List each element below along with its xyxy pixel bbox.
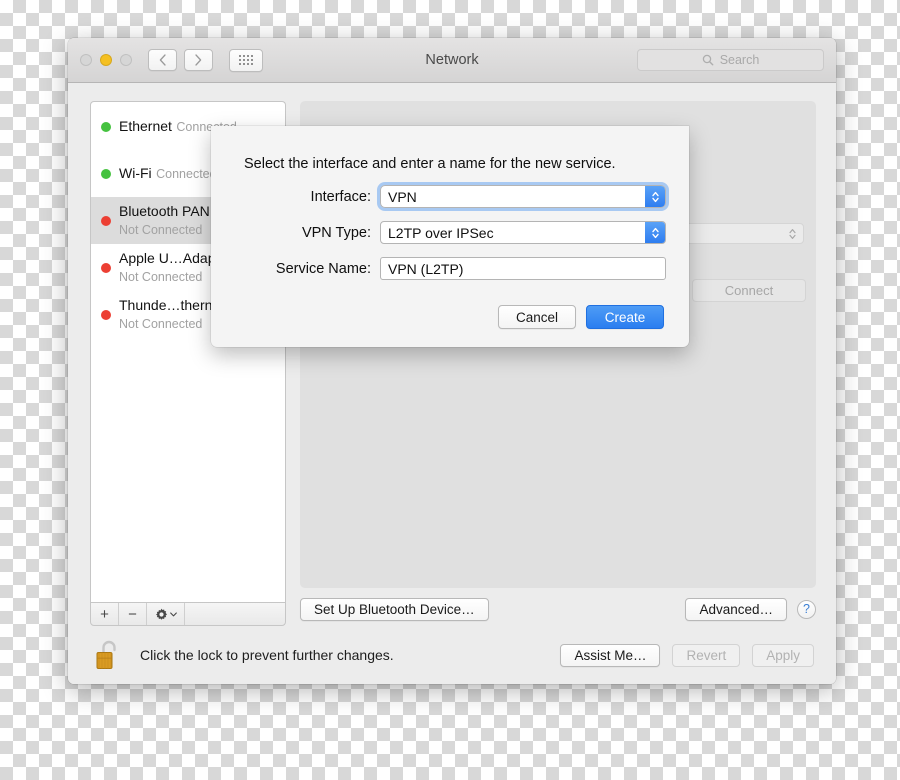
status-dot-not-connected bbox=[101, 310, 111, 320]
search-placeholder: Search bbox=[719, 53, 760, 67]
chevron-left-icon bbox=[159, 54, 166, 66]
preferences-bottom-bar: Click the lock to prevent further change… bbox=[68, 626, 836, 684]
service-name-row: Service Name: VPN (L2TP) bbox=[234, 257, 666, 280]
service-list-toolbar: + − bbox=[90, 602, 286, 626]
vpn-type-stepper[interactable] bbox=[645, 222, 665, 243]
network-preferences-window: Network Search Ethernet Connected Wi-Fi … bbox=[68, 38, 836, 684]
window-body: Ethernet Connected Wi-Fi Connected Bluet… bbox=[68, 83, 836, 684]
add-service-button[interactable]: + bbox=[91, 603, 119, 625]
service-status: Not Connected bbox=[119, 269, 203, 284]
traffic-light-group bbox=[80, 54, 132, 66]
help-button[interactable]: ? bbox=[797, 599, 816, 619]
vpn-type-row: VPN Type: L2TP over IPSec bbox=[234, 221, 666, 244]
grid-icon bbox=[238, 54, 254, 66]
configuration-popup[interactable] bbox=[682, 223, 804, 244]
toolbar-filler bbox=[185, 603, 285, 625]
unlocked-padlock-icon[interactable] bbox=[94, 638, 124, 672]
vpn-type-label: VPN Type: bbox=[301, 224, 371, 241]
interface-select[interactable]: VPN bbox=[377, 182, 669, 211]
service-name-input[interactable]: VPN (L2TP) bbox=[380, 257, 666, 280]
stepper-chevrons-icon bbox=[651, 227, 659, 238]
status-dot-not-connected bbox=[101, 216, 111, 226]
apply-button[interactable]: Apply bbox=[752, 643, 814, 667]
forward-button[interactable] bbox=[184, 49, 213, 71]
service-name: Wi-Fi bbox=[119, 164, 152, 181]
interface-value: VPN bbox=[388, 188, 417, 205]
create-button[interactable]: Create bbox=[586, 305, 664, 329]
status-dot-connected bbox=[101, 122, 111, 132]
chevron-right-icon bbox=[195, 54, 202, 66]
revert-button[interactable]: Revert bbox=[672, 643, 741, 667]
search-icon bbox=[702, 54, 714, 66]
minimize-button[interactable] bbox=[100, 54, 112, 66]
sheet-prompt-text: Select the interface and enter a name fo… bbox=[244, 156, 616, 172]
service-name: Bluetooth PAN bbox=[119, 202, 210, 219]
advanced-button[interactable]: Advanced… bbox=[685, 597, 787, 621]
zoom-button[interactable] bbox=[120, 54, 132, 66]
service-status: Not Connected bbox=[119, 316, 203, 331]
service-status: Connected bbox=[156, 166, 217, 181]
service-status: Not Connected bbox=[119, 222, 203, 237]
cancel-button[interactable]: Cancel bbox=[498, 305, 576, 329]
new-service-sheet: Select the interface and enter a name fo… bbox=[211, 126, 689, 347]
service-name: Ethernet bbox=[119, 117, 172, 134]
pane-footer: Set Up Bluetooth Device… Advanced… ? bbox=[300, 596, 816, 626]
set-up-bluetooth-device-button[interactable]: Set Up Bluetooth Device… bbox=[300, 597, 489, 621]
sheet-button-row: Cancel Create bbox=[234, 305, 666, 329]
interface-label: Interface: bbox=[310, 188, 371, 205]
interface-stepper[interactable] bbox=[645, 186, 665, 207]
gear-icon bbox=[155, 608, 167, 620]
lock-message: Click the lock to prevent further change… bbox=[140, 647, 394, 663]
vpn-type-value: L2TP over IPSec bbox=[388, 224, 494, 241]
service-actions-button[interactable] bbox=[147, 603, 185, 625]
window-titlebar: Network Search bbox=[68, 38, 836, 83]
connect-button[interactable]: Connect bbox=[692, 279, 806, 302]
service-name: Thunde…thernet bbox=[119, 296, 225, 313]
vpn-type-select[interactable]: L2TP over IPSec bbox=[380, 221, 666, 244]
chevron-down-icon bbox=[169, 611, 177, 616]
status-dot-not-connected bbox=[101, 263, 111, 273]
show-all-button[interactable] bbox=[229, 48, 263, 72]
assist-me-button[interactable]: Assist Me… bbox=[560, 643, 661, 667]
close-button[interactable] bbox=[80, 54, 92, 66]
stepper-chevrons-icon bbox=[651, 191, 659, 202]
stepper-chevrons-icon bbox=[789, 228, 796, 239]
search-input[interactable]: Search bbox=[637, 49, 824, 71]
navigation-buttons bbox=[148, 49, 213, 71]
back-button[interactable] bbox=[148, 49, 177, 71]
status-dot-connected bbox=[101, 169, 111, 179]
remove-service-button[interactable]: − bbox=[119, 603, 147, 625]
interface-row: Interface: VPN bbox=[234, 182, 669, 211]
service-name-label: Service Name: bbox=[275, 260, 371, 277]
